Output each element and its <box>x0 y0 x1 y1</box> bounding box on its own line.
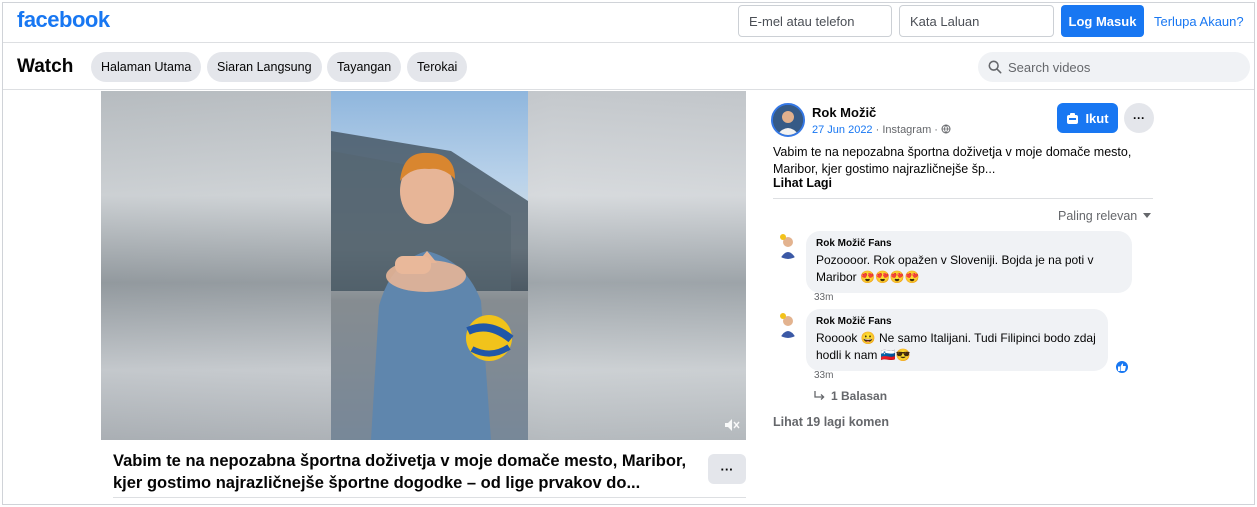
view-replies-link[interactable]: 1 Balasan <box>814 389 887 403</box>
post-author-name[interactable]: Rok Možič <box>812 105 876 120</box>
post-text: Vabim te na nepozabna športna doživetja … <box>773 145 1132 176</box>
facebook-logo[interactable]: facebook <box>17 7 110 33</box>
comment-sort-label: Paling relevan <box>1058 209 1138 223</box>
login-button[interactable]: Log Masuk <box>1061 5 1144 37</box>
post-more-button[interactable]: ··· <box>1124 103 1154 133</box>
view-more-comments-link[interactable]: Lihat 19 lagi komen <box>773 415 889 429</box>
comment-author[interactable]: Rok Možič Fans <box>816 238 1120 249</box>
like-reaction-icon[interactable] <box>1114 359 1130 375</box>
top-navigation-bar: facebook Log Masuk Terlupa Akaun? <box>3 3 1254 43</box>
follow-button-label: Ikut <box>1085 110 1109 126</box>
facebook-watch-window: facebook Log Masuk Terlupa Akaun? Watch … <box>2 2 1255 505</box>
comment-text: Rooook 😀 Ne samo Italijani. Tudi Filipin… <box>816 331 1096 362</box>
tab-shows[interactable]: Tayangan <box>327 52 402 82</box>
comment-time[interactable]: 33m <box>814 292 833 303</box>
replies-label: 1 Balasan <box>831 389 888 403</box>
globe-icon <box>941 124 951 134</box>
watch-navigation: Watch Halaman Utama Siaran Langsung Taya… <box>3 44 1254 90</box>
speaker-muted-icon[interactable] <box>724 418 740 432</box>
caret-down-icon <box>1143 213 1152 218</box>
search-placeholder: Search videos <box>1008 59 1091 75</box>
comment-time[interactable]: 33m <box>814 370 833 381</box>
comment-author[interactable]: Rok Možič Fans <box>816 316 1096 327</box>
commenter-avatar[interactable] <box>774 310 802 338</box>
divider <box>113 497 746 498</box>
divider <box>773 198 1153 199</box>
post-source: · Instagram · <box>872 124 942 136</box>
video-still-image <box>331 131 528 440</box>
comment-bubble: Rok Možič Fans Rooook 😀 Ne samo Italijan… <box>806 309 1108 371</box>
tab-explore[interactable]: Terokai <box>407 52 468 82</box>
email-field[interactable] <box>738 5 892 37</box>
commenter-avatar[interactable] <box>774 231 802 259</box>
see-more-link[interactable]: Lihat Lagi <box>773 176 832 190</box>
forgot-account-link[interactable]: Terlupa Akaun? <box>1154 14 1244 29</box>
search-videos-field[interactable]: Search videos <box>978 52 1250 82</box>
reply-arrow-icon <box>814 391 825 400</box>
follow-button[interactable]: Ikut <box>1057 103 1118 133</box>
video-player[interactable] <box>101 91 746 440</box>
video-blur-background-left <box>101 91 331 440</box>
video-frame <box>331 91 528 440</box>
tab-home[interactable]: Halaman Utama <box>91 52 202 82</box>
comment-bubble: Rok Možič Fans Pozoooor. Rok opažen v Sl… <box>806 231 1132 293</box>
comment-sort-dropdown[interactable]: Paling relevan <box>1058 209 1152 223</box>
author-avatar[interactable] <box>771 103 805 137</box>
comment-text: Pozoooor. Rok opažen v Sloveniji. Bojda … <box>816 253 1094 284</box>
post-date[interactable]: 27 Jun 2022 <box>812 124 873 136</box>
post-meta: 27 Jun 2022 · Instagram · <box>812 124 951 136</box>
video-title: Vabim te na nepozabna športna doživetja … <box>113 452 687 492</box>
video-more-button[interactable]: ··· <box>708 454 746 484</box>
tab-live[interactable]: Siaran Langsung <box>207 52 322 82</box>
search-icon <box>988 60 1002 74</box>
watch-title: Watch <box>17 56 74 77</box>
follow-icon <box>1067 112 1079 124</box>
video-blur-background-right <box>528 91 746 440</box>
password-field[interactable] <box>899 5 1054 37</box>
